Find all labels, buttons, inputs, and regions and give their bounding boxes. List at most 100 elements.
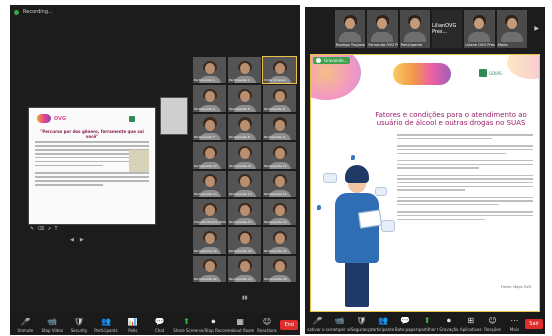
toolbar-button-chat[interactable]: 💬 Chat [146, 318, 173, 333]
location-pin-icon [351, 155, 355, 160]
participant-name: Victor Jimenez [264, 78, 286, 83]
toolbar-label: Unmute [17, 328, 34, 333]
participant-tile[interactable]: Participante 14 [228, 170, 261, 197]
toolbar-button-mais[interactable]: ⋯ Mais [503, 317, 525, 332]
toolbar-label: Mais [509, 327, 519, 332]
participant-name: Maria [497, 43, 508, 47]
participant-name: Rodrigo Trugman... [336, 43, 365, 47]
toolbar-button-security[interactable]: 🛡 Security [66, 318, 93, 333]
participant-name: Participante 18 [264, 220, 287, 225]
participant-tile[interactable]: Participante 5 [228, 85, 261, 112]
left-topbar: Recording... [10, 5, 300, 19]
participant-tile[interactable]: Participante 4 [193, 85, 226, 112]
participant-tile[interactable]: Participante 19 [193, 227, 226, 254]
toolbar-label: Stop Video [41, 328, 64, 333]
slide-body-text [397, 132, 533, 220]
toolbar-icon: ☺ [488, 317, 497, 325]
recording-badge[interactable]: Gravando... [313, 57, 351, 64]
end-meeting-button[interactable]: End [280, 320, 298, 330]
participant-tile[interactable]: Participante 7 [193, 113, 226, 141]
participant-tile[interactable]: Participante 11 [228, 142, 261, 169]
toolbar-button-unmute[interactable]: 🎤 Unmute [12, 318, 39, 333]
participant-tile[interactable]: Participante 17 [228, 198, 261, 226]
text-icon[interactable]: T [54, 226, 57, 232]
toolbar-button-stop-video[interactable]: 📹 Stop Video [39, 318, 66, 333]
gov-seal-icon [479, 69, 487, 77]
toolbar-button-seguran-a[interactable]: 🛡 Segurança [351, 317, 373, 332]
toolbar-button-interromper-v-deo[interactable]: 📹 Interromper vídeo [329, 317, 351, 332]
slide-image [129, 149, 149, 172]
toolbar-button-grava-o[interactable]: ⏺ Gravação [438, 317, 460, 332]
toolbar-button-reactions[interactable]: ☺ Reactions [254, 318, 281, 333]
participant-tile[interactable]: Fernanda OVG Psi... [367, 10, 398, 48]
participant-tile[interactable]: Victor Jimenez [262, 55, 297, 85]
participant-name: Participante 21 [264, 248, 287, 253]
arrow-icon[interactable]: ➚ [47, 226, 51, 232]
pen-icon[interactable]: ✎ [30, 226, 34, 232]
participant-tile[interactable]: Priscilla Moreira (OVG) [193, 198, 226, 226]
participant-tile[interactable]: Participante 9 [263, 113, 296, 141]
participant-tile[interactable]: Rodrigo Trugman... [335, 10, 366, 48]
toolbar-icon: 🎤 [312, 317, 323, 325]
participant-tile[interactable]: Liliane OVG Prest... [464, 10, 495, 48]
shared-slide-left: OVG "Percurso por dos gênero, ferramente… [28, 107, 156, 225]
participant-tile[interactable]: Participante 6 [263, 85, 296, 112]
eraser-icon[interactable]: ⌫ [37, 226, 44, 232]
participant-name: Participante 6 [264, 106, 285, 111]
toolbar-icon: ⏺ [211, 318, 216, 326]
meeting-toolbar-left: 🎤 Unmute 📹 Stop Video 🛡 Security 👥 Participants… [10, 313, 300, 335]
participant-name: Participante 14 [229, 191, 252, 196]
participant-tile[interactable]: Participante 8 [228, 113, 261, 141]
strip-next-icon[interactable]: ▶ [534, 25, 539, 32]
participant-tile[interactable]: Participante 10 [193, 142, 226, 169]
toolbar-button-participants[interactable]: 👥 Participants [93, 318, 120, 333]
prev-slide-button[interactable]: ◀ [70, 237, 74, 243]
participant-tile[interactable]: Participante 2 [228, 57, 261, 84]
left-meeting-window: Recording... OVG "Percurso por dos gêner… [10, 5, 300, 335]
toolbar-icon: 👥 [100, 318, 111, 326]
participant-tile[interactable]: Maria [496, 10, 527, 48]
participant-tile[interactable]: Participante 20 [228, 227, 261, 254]
participant-tile[interactable]: Participante 21 [263, 227, 296, 254]
gallery-page-indicator[interactable]: ▮▮ [242, 295, 248, 301]
participant-tile[interactable]: LilianOVG Pres... [431, 10, 463, 48]
slide-logo-text: OVG [54, 115, 67, 122]
participant-name: Participante 5 [229, 106, 250, 111]
participant-tile[interactable]: Participante 24 [263, 255, 296, 282]
toolbar-button-compartilhar-tela[interactable]: ⬆ Compartilhar tela [416, 317, 438, 332]
toolbar-button-aplicativos[interactable]: ⊞ Aplicativos [460, 317, 482, 332]
participant-name: Fernanda OVG Psi... [368, 43, 398, 47]
participant-name: Participante 4 [194, 106, 215, 111]
shared-screen-thumbnail[interactable] [160, 97, 188, 135]
end-meeting-button[interactable]: Sair [525, 319, 543, 329]
shared-slide-right: Gravando... GOIÁS Fatores e condições pa… [310, 54, 540, 312]
participant-name: Participante 20 [229, 248, 252, 253]
toolbar-button-desativar-o-som[interactable]: 🎤 Desativar o som [307, 317, 329, 332]
participant-tile[interactable]: Participante 18 [263, 198, 296, 226]
toolbar-icon: 📹 [47, 318, 58, 326]
participant-name-large: LilianOVG Pres... [431, 23, 457, 35]
toolbar-button-breakout-rooms[interactable]: ▦ Breakout Rooms [227, 318, 254, 333]
toolbar-button-polls[interactable]: 📊 Polls [119, 318, 146, 333]
next-slide-button[interactable]: ▶ [80, 237, 84, 243]
participant-name: Participante 15 [264, 191, 287, 196]
toolbar-button-rea-es[interactable]: ☺ Reações [482, 317, 504, 332]
participant-tile[interactable]: Participante 13 [193, 170, 226, 197]
toolbar-button-bate-papo[interactable]: 💬 Bate-papo [394, 317, 416, 332]
toolbar-button-participantes[interactable]: 👥 Participantes [372, 317, 394, 332]
participant-tile[interactable]: Participante 22 [193, 255, 226, 282]
gallery-view: Participante 1 Participante 2 Victor Jimen… [193, 55, 297, 282]
toolbar-button-share-screen[interactable]: ⬆ Share Screen [173, 318, 200, 333]
participant-name: Liliane OVG Prest... [465, 43, 495, 47]
toolbar-button-pause-stop-recording[interactable]: ⏺ Pause/Stop Recording [200, 318, 227, 333]
toolbar-label: Share Screen [173, 328, 200, 333]
recording-dot-icon [14, 9, 19, 15]
participant-tile[interactable]: Participante 15 [263, 170, 296, 197]
participant-tile[interactable]: Participante 23 [228, 255, 261, 282]
participant-tile[interactable]: Participante [399, 10, 430, 48]
participant-name: Participante 24 [264, 277, 287, 281]
toolbar-label: Reações [484, 327, 501, 332]
decor-blob [507, 55, 539, 79]
participant-tile[interactable]: Participante 1 [193, 57, 226, 84]
participant-tile[interactable]: Participante 12 [263, 142, 296, 169]
